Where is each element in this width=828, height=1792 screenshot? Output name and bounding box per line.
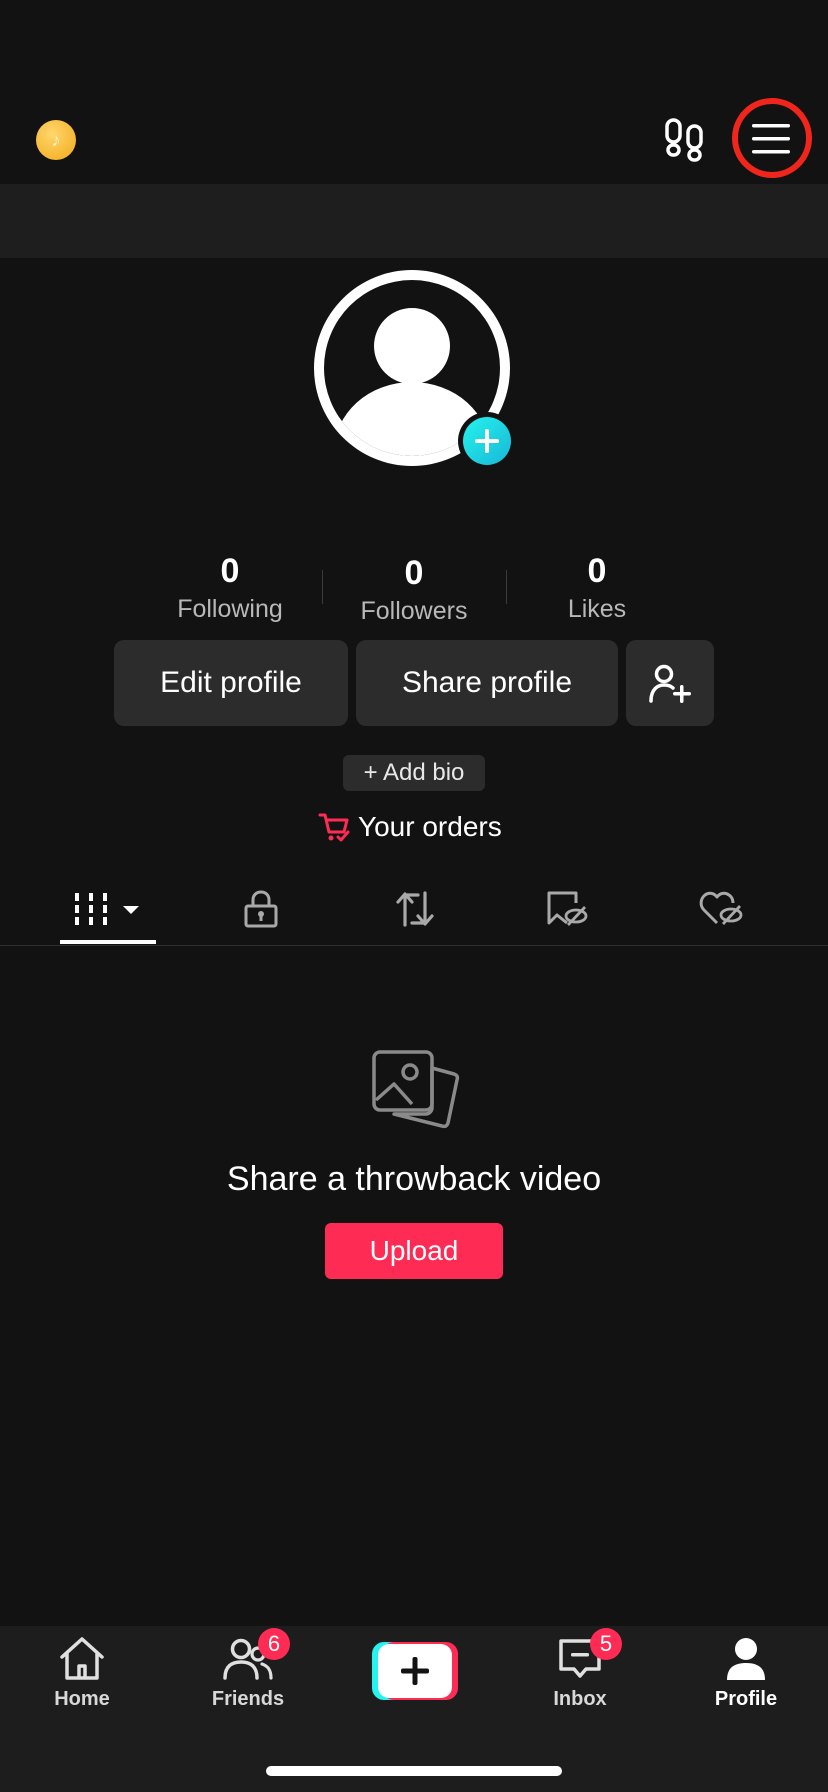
repost-icon [396, 891, 434, 927]
tab-reposts[interactable] [380, 880, 450, 938]
footprints-icon[interactable] [664, 118, 706, 162]
nav-profile[interactable]: Profile [686, 1636, 806, 1716]
edit-profile-button[interactable]: Edit profile [114, 640, 348, 726]
following-count: 0 [220, 552, 240, 590]
share-profile-button[interactable]: Share profile [356, 640, 618, 726]
lock-icon [244, 890, 278, 928]
following-stat[interactable]: 0 Following [150, 552, 310, 624]
profile-icon [727, 1638, 765, 1680]
nav-friends-label: Friends [211, 1688, 285, 1710]
tab-private[interactable] [226, 880, 296, 938]
grid-icon [75, 893, 139, 925]
coin-icon[interactable]: ♪ [36, 120, 76, 160]
plus-icon [475, 429, 499, 453]
following-label: Following [177, 595, 283, 623]
your-orders-label: Your orders [358, 811, 502, 842]
nav-friends[interactable]: Friends [188, 1636, 308, 1716]
likes-stat[interactable]: 0 Likes [517, 552, 677, 624]
add-person-icon [649, 664, 691, 703]
hamburger-menu-icon[interactable] [752, 124, 790, 154]
friends-badge: 6 [258, 1628, 290, 1660]
tabs-divider [0, 945, 828, 946]
add-friend-button[interactable] [626, 640, 714, 726]
inbox-badge: 5 [590, 1628, 622, 1660]
add-avatar-button[interactable] [458, 412, 516, 470]
create-button[interactable] [372, 1642, 458, 1700]
add-bio-button[interactable]: + Add bio [343, 755, 485, 791]
cart-icon [318, 813, 350, 842]
stats-divider [506, 570, 507, 604]
likes-count: 0 [587, 552, 607, 590]
nav-home-label: Home [54, 1688, 110, 1710]
hidden-heart-icon [699, 891, 743, 925]
nav-home[interactable]: Home [22, 1636, 142, 1716]
nav-inbox-label: Inbox [553, 1688, 607, 1710]
your-orders-link[interactable]: Your orders [318, 808, 502, 846]
create-plus-icon [372, 1642, 458, 1700]
home-indicator [266, 1766, 562, 1776]
followers-stat[interactable]: 0 Followers [334, 554, 494, 626]
tab-active-indicator [60, 940, 156, 944]
empty-state-title: Share a throwback video [226, 1160, 602, 1198]
home-icon [60, 1637, 104, 1680]
followers-label: Followers [360, 597, 468, 625]
hidden-bookmark-icon [547, 891, 588, 926]
nav-inbox[interactable]: Inbox [520, 1636, 640, 1716]
followers-count: 0 [404, 554, 424, 592]
likes-label: Likes [567, 595, 627, 623]
nav-profile-label: Profile [714, 1688, 778, 1710]
tab-liked[interactable] [686, 880, 756, 938]
tab-favorites[interactable] [532, 880, 602, 938]
stats-divider [322, 570, 323, 604]
photo-stack-icon [372, 1050, 460, 1129]
header-banner [0, 184, 828, 258]
tab-videos[interactable] [60, 880, 156, 938]
upload-button[interactable]: Upload [325, 1223, 503, 1279]
